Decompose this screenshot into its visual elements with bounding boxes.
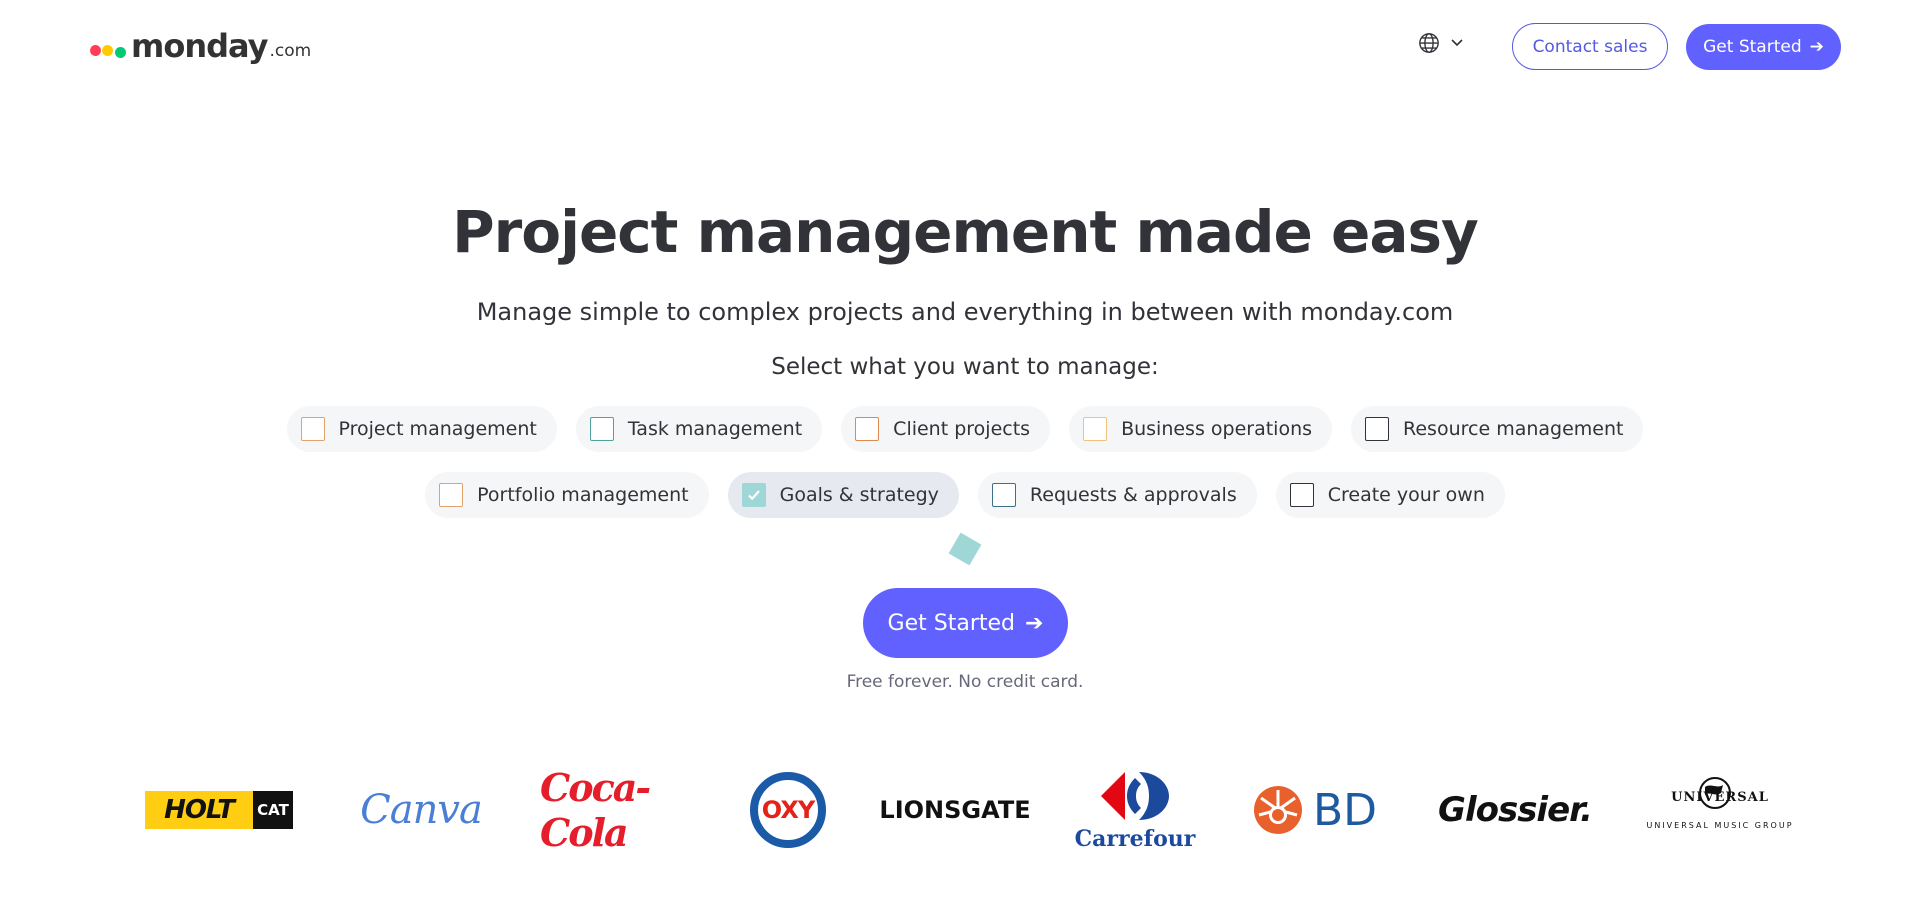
option-label: Project management [338, 418, 537, 440]
customer-logos: HOLT CAT Canva Coca-Cola OXY LIONSGATE C… [0, 760, 1920, 860]
canva-text: Canva [360, 787, 483, 833]
checkbox[interactable] [1083, 417, 1108, 441]
arrow-right-icon: ➔ [1025, 610, 1044, 636]
option-portfolio-management[interactable]: Portfolio management [425, 472, 709, 518]
hero-title: Project management made easy [452, 198, 1479, 266]
glossier-logo: Glossier. [1438, 760, 1593, 860]
canva-logo: Canva [356, 760, 486, 860]
chevron-down-icon [1451, 39, 1463, 47]
bd-sun-icon [1253, 786, 1302, 834]
carrefour-mark-icon [1101, 772, 1169, 820]
carrefour-logo: Carrefour [1075, 760, 1195, 860]
select-prompt: Select what you want to manage: [771, 354, 1159, 380]
coca-cola-logo: Coca-Cola [540, 760, 700, 860]
arrow-right-icon: ➔ [1809, 37, 1824, 57]
header-get-started-button[interactable]: Get Started ➔ [1686, 24, 1841, 70]
glossier-text: Glossier. [1438, 790, 1593, 830]
option-label: Portfolio management [477, 484, 689, 506]
option-client-projects[interactable]: Client projects [841, 406, 1051, 452]
logo-wordmark: monday [131, 27, 268, 65]
option-requests-approvals[interactable]: Requests & approvals [977, 472, 1257, 518]
language-selector[interactable] [1418, 32, 1464, 54]
option-label: Create your own [1327, 484, 1485, 506]
checkbox[interactable] [855, 417, 880, 441]
top-navbar: monday .com Contact sales Get Started ➔ [0, 0, 1920, 92]
holt-cat-logo: HOLT CAT [144, 760, 294, 860]
option-business-operations[interactable]: Business operations [1069, 406, 1333, 452]
options-row-1: Project management Task management Clien… [0, 406, 1920, 452]
option-label: Task management [627, 418, 803, 440]
option-label: Goals & strategy [779, 484, 939, 506]
oxy-text: OXY [761, 796, 815, 824]
free-forever-note: Free forever. No credit card. [846, 672, 1084, 692]
checkbox[interactable] [1365, 417, 1390, 441]
lionsgate-text: LIONSGATE [879, 796, 1031, 824]
hero-get-started-button[interactable]: Get Started ➔ [863, 588, 1068, 658]
checkbox[interactable] [589, 417, 614, 441]
coca-cola-text: Coca-Cola [540, 765, 651, 855]
checkbox[interactable] [1289, 483, 1314, 507]
universal-music-group-logo: UNIVERSAL UNIVERSAL MUSIC GROUP [1640, 760, 1800, 860]
option-label: Business operations [1121, 418, 1313, 440]
header-get-started-label: Get Started [1703, 37, 1802, 57]
option-project-management[interactable]: Project management [286, 406, 557, 452]
options-row-2: Portfolio management Goals & strategy Re… [0, 472, 1920, 518]
umg-text: UNIVERSAL MUSIC GROUP [1646, 821, 1794, 830]
hero-subtitle: Manage simple to complex projects and ev… [476, 298, 1454, 326]
contact-sales-label: Contact sales [1532, 36, 1648, 57]
option-label: Requests & approvals [1029, 484, 1237, 506]
bd-logo: BD [1250, 760, 1380, 860]
globe-icon [1699, 777, 1732, 809]
monday-logo[interactable]: monday .com [87, 22, 312, 65]
oxy-logo: OXY [748, 760, 828, 860]
monday-logo-icon [87, 32, 128, 62]
option-label: Client projects [893, 418, 1031, 440]
holt-text: HOLT [164, 795, 235, 825]
checkmark-icon [747, 490, 760, 501]
logo-suffix: .com [269, 41, 312, 61]
confetti-square-decoration [948, 532, 982, 566]
checkbox[interactable] [991, 483, 1016, 507]
option-label: Resource management [1403, 418, 1624, 440]
option-task-management[interactable]: Task management [575, 406, 823, 452]
lionsgate-logo: LIONSGATE [879, 760, 1031, 860]
hero-get-started-label: Get Started [887, 610, 1015, 636]
bd-text: BD [1312, 784, 1378, 836]
contact-sales-button[interactable]: Contact sales [1512, 23, 1668, 70]
option-resource-management[interactable]: Resource management [1351, 406, 1644, 452]
checkbox[interactable] [439, 483, 464, 507]
cat-text: CAT [257, 801, 289, 819]
globe-icon [1419, 33, 1439, 53]
option-goals-strategy[interactable]: Goals & strategy [727, 472, 959, 518]
checkbox[interactable] [300, 417, 325, 441]
carrefour-text: Carrefour [1074, 826, 1196, 852]
option-create-your-own[interactable]: Create your own [1275, 472, 1505, 518]
checkbox-checked[interactable] [741, 483, 766, 507]
